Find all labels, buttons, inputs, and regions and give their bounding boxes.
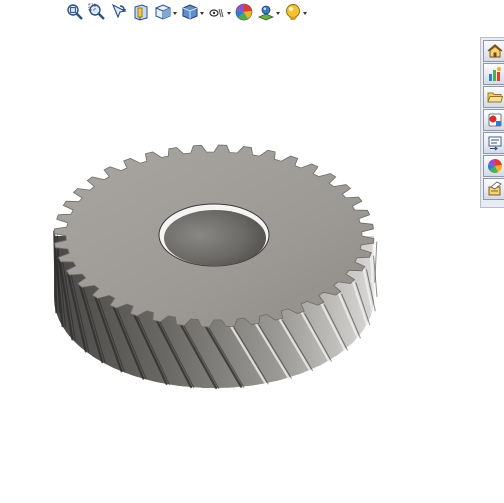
chevron-down-icon <box>227 11 231 15</box>
task-pane-tab-file-explorer[interactable] <box>483 86 504 108</box>
view-orientation-button[interactable] <box>154 1 177 23</box>
file-explorer-icon <box>486 92 503 103</box>
forum-icon <box>488 181 502 196</box>
edit-appearance-icon <box>235 3 253 21</box>
heads-up-view-toolbar <box>66 1 311 23</box>
home-icon <box>487 44 502 58</box>
chevron-down-icon <box>303 11 307 15</box>
task-pane-tab-custom-properties[interactable] <box>483 155 504 177</box>
chevron-down-icon <box>173 11 177 15</box>
view-settings-icon <box>286 4 300 20</box>
hide-show-items-icon <box>209 8 224 18</box>
apply-scene-icon <box>257 5 275 21</box>
gear-body <box>53 144 378 390</box>
task-pane-tab-forum[interactable] <box>483 178 504 200</box>
previous-view-button[interactable] <box>110 1 128 23</box>
task-pane-tab-appearances-scenes[interactable] <box>483 132 504 154</box>
task-pane-tab-design-library[interactable] <box>483 63 504 85</box>
apply-scene-button[interactable] <box>257 1 280 23</box>
appearances-scenes-icon <box>488 136 501 151</box>
view-palette-icon <box>488 113 501 127</box>
gear-model[interactable] <box>0 0 504 503</box>
display-style-icon <box>182 4 198 20</box>
view-settings-button[interactable] <box>284 1 307 23</box>
hide-show-items-button[interactable] <box>208 1 231 23</box>
chevron-down-icon <box>200 11 204 15</box>
previous-view-icon <box>111 3 127 19</box>
display-style-button[interactable] <box>181 1 204 23</box>
section-view-icon <box>134 4 148 21</box>
zoom-to-fit-button[interactable] <box>66 1 84 23</box>
zoom-to-fit-icon <box>67 4 83 20</box>
section-view-button[interactable] <box>132 1 150 23</box>
task-pane <box>480 37 504 208</box>
zoom-to-area-icon <box>88 3 105 20</box>
custom-properties-icon <box>487 159 502 174</box>
view-orientation-icon <box>155 4 171 20</box>
edit-appearance-button[interactable] <box>235 1 253 23</box>
zoom-to-area-button[interactable] <box>88 1 106 23</box>
chevron-down-icon <box>276 11 280 15</box>
graphics-area[interactable] <box>0 0 504 503</box>
task-pane-tab-home[interactable] <box>483 40 504 62</box>
design-library-icon <box>488 67 501 81</box>
task-pane-tab-view-palette[interactable] <box>483 109 504 131</box>
